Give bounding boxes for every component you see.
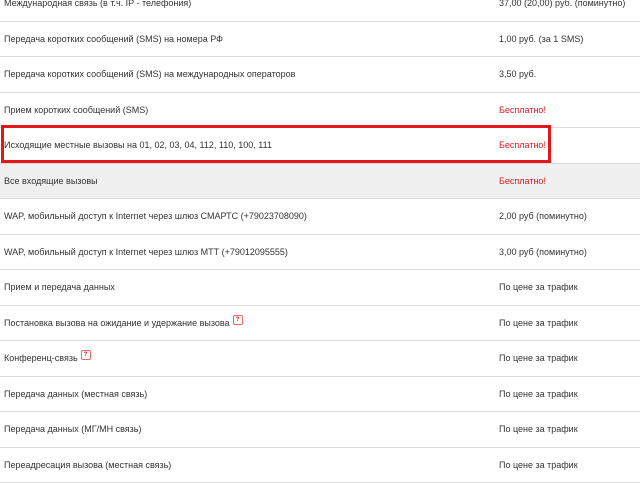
tariff-row-call-forwarding: Переадресация вызова (местная связь) По … [0, 448, 640, 483]
help-icon[interactable]: ? [81, 350, 91, 360]
service-price: По цене за трафик [499, 341, 578, 376]
tariff-row-emergency-calls: Исходящие местные вызовы на 01, 02, 03, … [0, 128, 640, 164]
tariff-row-sms-russia: Передача коротких сообщений (SMS) на ном… [0, 22, 640, 58]
service-name-text: Конференц-связь [4, 353, 78, 363]
service-name: Исходящие местные вызовы на 01, 02, 03, … [4, 128, 272, 163]
tariff-row-international: Международная связь (в т.ч. IP - телефон… [0, 0, 640, 22]
service-price: По цене за трафик [499, 377, 578, 412]
service-name: Передача данных (МГ/МН связь) [4, 412, 141, 447]
service-price: 1,00 руб. (за 1 SMS) [499, 22, 583, 57]
help-icon[interactable]: ? [233, 315, 243, 325]
service-name-text: Постановка вызова на ожидание и удержани… [4, 318, 230, 328]
tariff-row-sms-international: Передача коротких сообщений (SMS) на меж… [0, 57, 640, 93]
service-price: По цене за трафик [499, 412, 578, 447]
service-name: Конференц-связь ? [4, 341, 91, 376]
tariff-row-wap-smarts: WAP, мобильный доступ к Internet через ш… [0, 199, 640, 235]
tariff-row-call-hold: Постановка вызова на ожидание и удержани… [0, 306, 640, 342]
service-name: Прием и передача данных [4, 270, 115, 305]
service-price-free: Бесплатно! [499, 93, 546, 128]
tariff-row-sms-receive: Прием коротких сообщений (SMS) Бесплатно… [0, 93, 640, 129]
tariff-row-conference: Конференц-связь ? По цене за трафик [0, 341, 640, 377]
service-name: Передача данных (местная связь) [4, 377, 147, 412]
service-price: 37,00 (20,00) руб. (поминутно) [499, 0, 625, 21]
service-name: Все входящие вызовы [4, 164, 98, 199]
service-name: Переадресация вызова (местная связь) [4, 448, 171, 483]
service-price: 2,00 руб (поминутно) [499, 199, 587, 234]
service-price: 3,50 руб. [499, 57, 536, 92]
service-name: WAP, мобильный доступ к Internet через ш… [4, 199, 307, 234]
service-price-free: Бесплатно! [499, 128, 546, 163]
service-name: Прием коротких сообщений (SMS) [4, 93, 148, 128]
tariff-row-incoming-calls: Все входящие вызовы Бесплатно! [0, 164, 640, 200]
service-price-free: Бесплатно! [499, 164, 546, 199]
tariff-row-data-local: Передача данных (местная связь) По цене … [0, 377, 640, 413]
tariff-row-data-long-distance: Передача данных (МГ/МН связь) По цене за… [0, 412, 640, 448]
service-name: Международная связь (в т.ч. IP - телефон… [4, 0, 191, 21]
service-name: Постановка вызова на ожидание и удержани… [4, 306, 243, 341]
service-price: По цене за трафик [499, 306, 578, 341]
service-price: По цене за трафик [499, 448, 578, 483]
tariff-row-wap-mtt: WAP, мобильный доступ к Internet через ш… [0, 235, 640, 271]
service-price: 3,00 руб (поминутно) [499, 235, 587, 270]
tariff-table: Международная связь (в т.ч. IP - телефон… [0, 0, 640, 483]
service-name: Передача коротких сообщений (SMS) на меж… [4, 57, 295, 92]
service-price: По цене за трафик [499, 270, 578, 305]
service-name: WAP, мобильный доступ к Internet через ш… [4, 235, 288, 270]
tariff-row-data-transfer: Прием и передача данных По цене за трафи… [0, 270, 640, 306]
service-name: Передача коротких сообщений (SMS) на ном… [4, 22, 223, 57]
